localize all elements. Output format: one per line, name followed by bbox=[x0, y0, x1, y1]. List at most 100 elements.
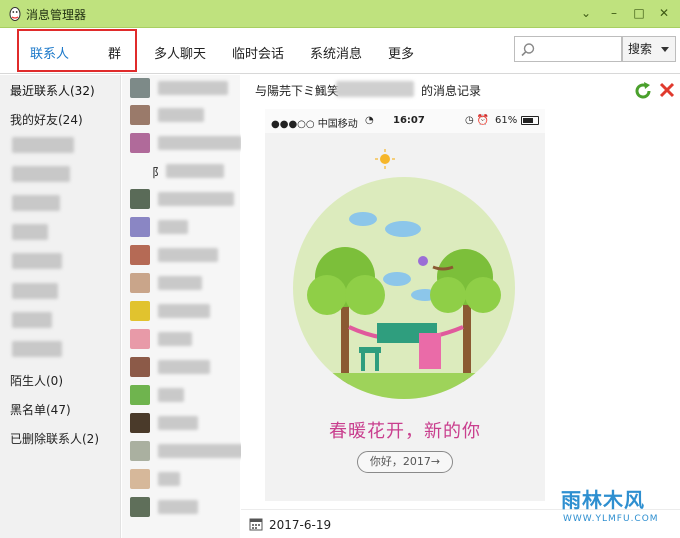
list-item[interactable] bbox=[130, 217, 240, 239]
hello-button: 你好，2017→ bbox=[357, 451, 453, 473]
contact-name bbox=[158, 304, 210, 318]
watermark-sub: WWW.YLMFU.COM bbox=[563, 514, 659, 524]
list-item[interactable] bbox=[130, 245, 240, 267]
tab-more[interactable]: 更多 bbox=[388, 43, 414, 62]
site-watermark-logo: 雨林木风 WWW.YLMFU.COM bbox=[553, 478, 678, 534]
phone-status-bar: ●●●○○ 中国移动 ◔ 16:07 ◷ ⏰ 61% bbox=[265, 109, 545, 133]
avatar bbox=[130, 441, 150, 461]
contact-list: 阝 bbox=[122, 75, 244, 538]
chevron-down-icon bbox=[661, 47, 669, 52]
search-button[interactable]: 搜索 bbox=[622, 36, 676, 62]
qq-penguin-icon bbox=[9, 7, 21, 21]
phone-screenshot-image: ●●●○○ 中国移动 ◔ 16:07 ◷ ⏰ 61% 春暖花开，新的你 你好，2… bbox=[265, 109, 545, 501]
battery-text: 61% bbox=[495, 115, 518, 126]
list-item[interactable] bbox=[130, 301, 240, 323]
avatar bbox=[130, 301, 150, 321]
category-hidden[interactable] bbox=[12, 166, 70, 182]
list-item[interactable] bbox=[130, 497, 240, 519]
category-hidden[interactable] bbox=[12, 312, 52, 328]
close-icon[interactable] bbox=[658, 81, 676, 99]
window-title: 消息管理器 bbox=[26, 8, 87, 22]
avatar bbox=[130, 329, 150, 349]
alarm-icon: ◷ ⏰ bbox=[465, 115, 490, 126]
title-bar: 消息管理器 ⌄ – □ ✕ bbox=[0, 0, 680, 28]
avatar bbox=[130, 273, 150, 293]
avatar bbox=[130, 133, 150, 153]
tab-temp-session[interactable]: 临时会话 bbox=[232, 43, 284, 62]
contact-name bbox=[158, 444, 244, 458]
category-hidden[interactable] bbox=[12, 253, 62, 269]
contact-name bbox=[158, 192, 234, 206]
list-item[interactable] bbox=[130, 78, 240, 100]
contact-name bbox=[158, 108, 204, 122]
list-item[interactable] bbox=[130, 357, 240, 379]
maximize-icon[interactable]: □ bbox=[630, 5, 648, 21]
avatar bbox=[130, 105, 150, 125]
category-blacklist[interactable]: 黑名单(47) bbox=[10, 401, 71, 418]
nav-bar: 联系人 群 多人聊天 临时会话 系统消息 更多 搜索 bbox=[0, 28, 680, 74]
calendar-icon[interactable] bbox=[249, 517, 263, 531]
close-icon[interactable]: ✕ bbox=[655, 5, 673, 21]
battery-icon bbox=[521, 116, 539, 125]
avatar bbox=[130, 245, 150, 265]
contact-name bbox=[158, 220, 188, 234]
carrier-text: ●●●○○ 中国移动 bbox=[271, 119, 358, 130]
contact-name bbox=[158, 472, 180, 486]
contact-name bbox=[158, 416, 198, 430]
contact-name bbox=[158, 248, 218, 262]
avatar bbox=[130, 189, 150, 209]
list-item[interactable] bbox=[130, 329, 240, 351]
category-recent[interactable]: 最近联系人(32) bbox=[10, 82, 95, 99]
list-item[interactable] bbox=[130, 189, 240, 211]
phone-time: 16:07 bbox=[393, 115, 425, 126]
avatar bbox=[130, 497, 150, 517]
watermark-main: 雨林木风 bbox=[561, 488, 645, 512]
contact-name bbox=[158, 276, 202, 290]
contact-name bbox=[166, 164, 224, 178]
search-icon bbox=[521, 43, 535, 57]
category-hidden[interactable] bbox=[12, 224, 48, 240]
spring-illustration bbox=[293, 177, 515, 399]
search-button-label: 搜索 bbox=[628, 42, 653, 56]
avatar bbox=[130, 78, 150, 98]
category-hidden[interactable] bbox=[12, 283, 58, 299]
contact-name bbox=[158, 500, 198, 514]
highlight-box bbox=[17, 29, 137, 72]
list-item[interactable] bbox=[130, 385, 240, 407]
avatar bbox=[130, 385, 150, 405]
tab-multi-chat[interactable]: 多人聊天 bbox=[154, 43, 206, 62]
category-deleted[interactable]: 已删除联系人(2) bbox=[10, 430, 99, 447]
avatar bbox=[130, 469, 150, 489]
contact-name bbox=[158, 360, 210, 374]
contact-name bbox=[158, 388, 184, 402]
refresh-icon[interactable] bbox=[633, 81, 653, 101]
wifi-icon: ◔ bbox=[365, 115, 374, 126]
list-item[interactable] bbox=[130, 413, 240, 435]
category-hidden[interactable] bbox=[12, 137, 74, 153]
record-title-prefix: 与陽芫下ミ鯴笑 bbox=[255, 84, 340, 98]
redacted-name bbox=[336, 81, 414, 97]
list-item[interactable] bbox=[130, 469, 240, 491]
sun-icon bbox=[375, 149, 395, 169]
category-friends[interactable]: 我的好友(24) bbox=[10, 111, 83, 128]
category-hidden[interactable] bbox=[12, 341, 62, 357]
chevron-down-icon[interactable]: ⌄ bbox=[577, 5, 595, 21]
contact-name bbox=[158, 332, 192, 346]
record-date: 2017-6-19 bbox=[269, 518, 332, 532]
avatar bbox=[130, 413, 150, 433]
list-item[interactable] bbox=[130, 441, 244, 463]
greeting-text: 春暖花开，新的你 bbox=[329, 421, 481, 442]
record-title-suffix: 的消息记录 bbox=[421, 84, 482, 98]
category-strangers[interactable]: 陌生人(0) bbox=[10, 372, 63, 389]
category-sidebar: 最近联系人(32) 我的好友(24) 陌生人(0) 黑名单(47) 已删除联系人… bbox=[0, 75, 121, 538]
list-item[interactable] bbox=[130, 105, 240, 127]
avatar bbox=[130, 357, 150, 377]
list-item[interactable] bbox=[130, 273, 240, 295]
list-item[interactable]: 阝 bbox=[130, 161, 240, 183]
avatar bbox=[130, 217, 150, 237]
list-item[interactable] bbox=[130, 133, 242, 155]
contact-name bbox=[158, 81, 228, 95]
minimize-icon[interactable]: – bbox=[605, 5, 623, 21]
category-hidden[interactable] bbox=[12, 195, 60, 211]
tab-system-messages[interactable]: 系统消息 bbox=[310, 43, 362, 62]
